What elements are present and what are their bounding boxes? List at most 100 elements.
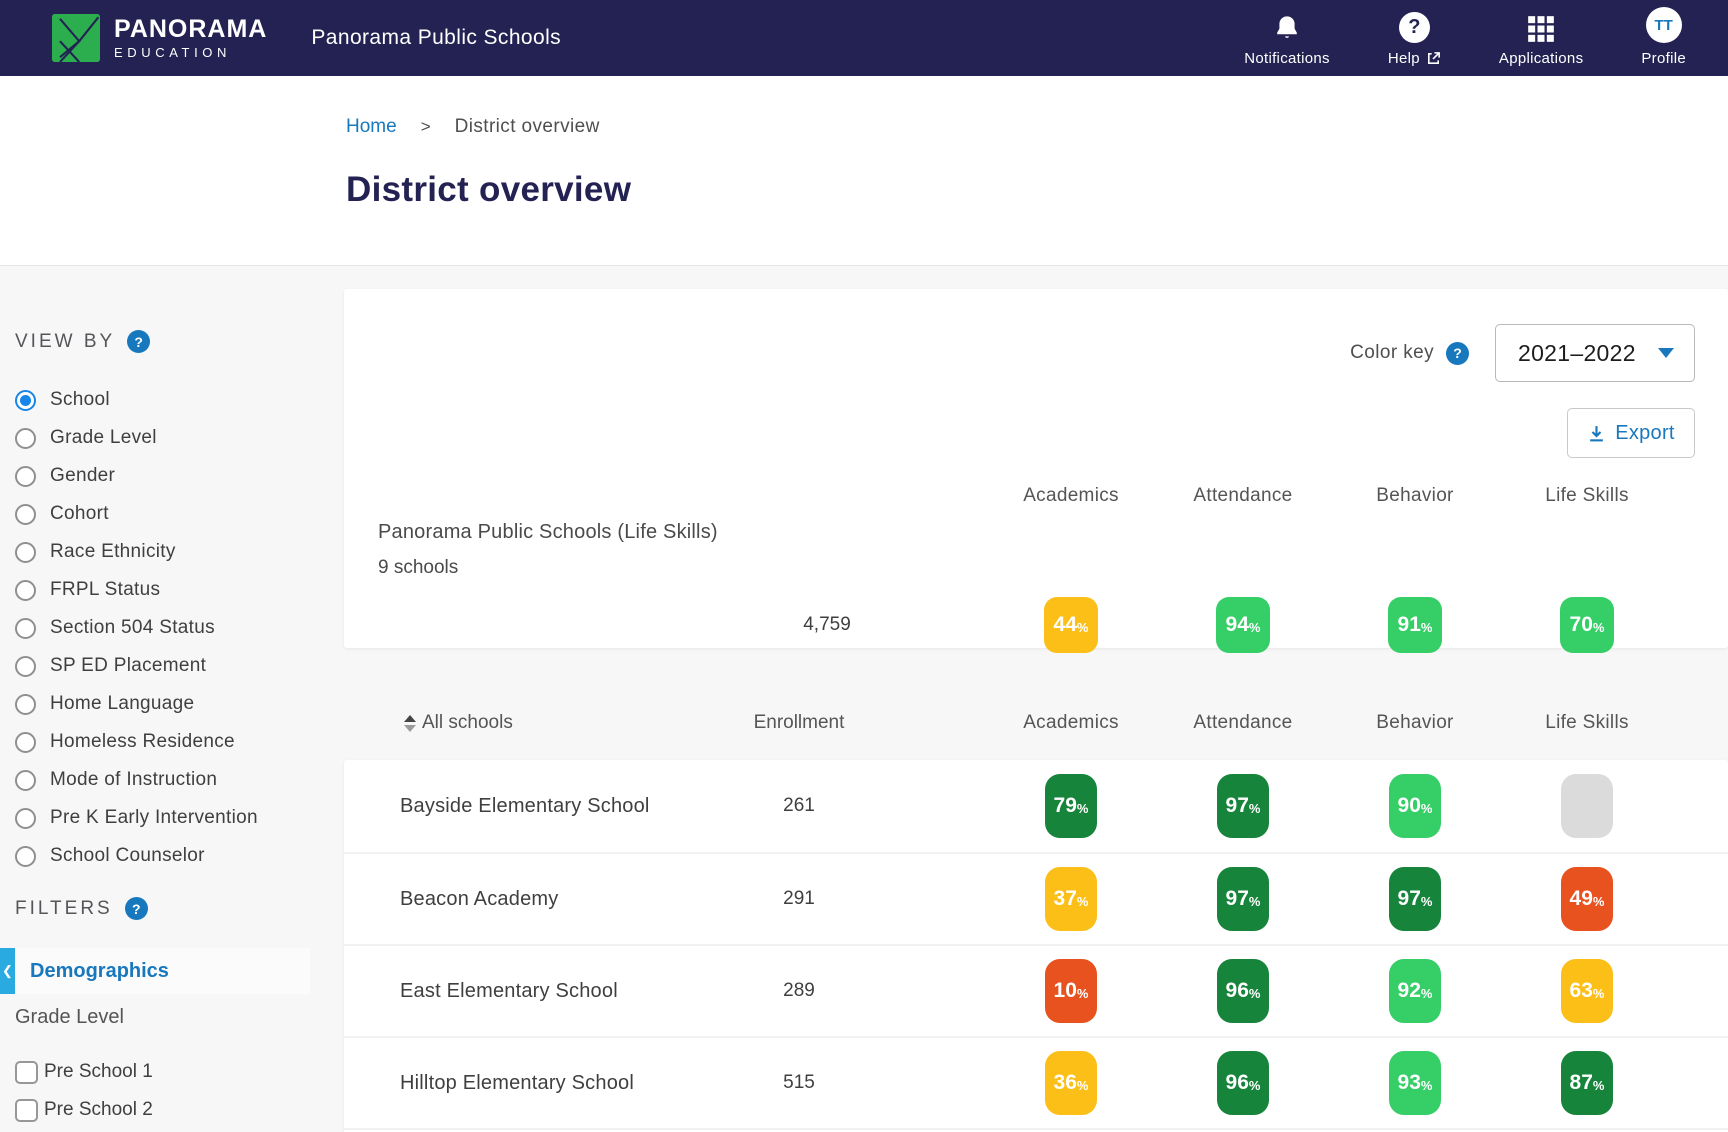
- score-percent-sign: %: [1421, 894, 1433, 909]
- view-by-option[interactable]: School Counselor: [15, 837, 344, 875]
- school-name: Hilltop Elementary School: [344, 1072, 684, 1095]
- panorama-logo-icon: [52, 14, 100, 62]
- table-metric-headers: AcademicsAttendanceBehaviorLife Skills: [985, 712, 1673, 734]
- export-button[interactable]: Export: [1567, 408, 1695, 458]
- school-name: Bayside Elementary School: [344, 795, 684, 818]
- school-year-select[interactable]: 2021–2022: [1495, 324, 1695, 382]
- view-by-option[interactable]: Mode of Instruction: [15, 761, 344, 799]
- radio-icon[interactable]: [15, 504, 36, 525]
- sort-all-schools-header[interactable]: All schools: [344, 712, 684, 734]
- filters-label: FILTERS: [15, 898, 113, 920]
- score-value: 93: [1398, 1071, 1421, 1095]
- filter-section-demographics[interactable]: ❮ Demographics: [0, 948, 310, 994]
- avatar-initials: TT: [1646, 7, 1682, 43]
- score-value: 70: [1570, 613, 1593, 637]
- view-by-option[interactable]: Race Ethnicity: [15, 533, 344, 571]
- radio-icon[interactable]: [15, 618, 36, 639]
- grid-icon: [1527, 9, 1555, 43]
- radio-icon[interactable]: [15, 390, 36, 411]
- breadcrumb-current: District overview: [455, 116, 600, 138]
- table-row: Bayside Elementary School 261 79% 97%: [344, 760, 1728, 852]
- notifications-button[interactable]: Notifications: [1244, 9, 1330, 67]
- radio-label: Mode of Instruction: [50, 769, 217, 791]
- help-button[interactable]: ? Help: [1388, 9, 1441, 67]
- metric-header-list: AcademicsAttendanceBehaviorLife Skills: [985, 485, 1673, 507]
- score-badge: 63%: [1561, 959, 1613, 1023]
- district-enrollment-value: 4,759: [803, 614, 851, 636]
- brand-logo[interactable]: PANORAMA EDUCATION: [52, 14, 267, 62]
- radio-label: Pre K Early Intervention: [50, 807, 258, 829]
- avatar: TT: [1646, 9, 1682, 43]
- grade-option[interactable]: Pre School 1: [15, 1053, 344, 1091]
- view-by-heading: VIEW BY ?: [15, 330, 344, 353]
- metric-column-header: Academics: [1023, 485, 1119, 507]
- filters-heading: FILTERS ?: [15, 897, 344, 920]
- radio-icon[interactable]: [15, 466, 36, 487]
- schools-table: Bayside Elementary School 261 79% 97%: [344, 760, 1728, 1132]
- score-percent-sign: %: [1249, 894, 1261, 909]
- score-percent-sign: %: [1077, 801, 1089, 816]
- checkbox-icon[interactable]: [15, 1099, 38, 1122]
- school-score-badges: 37% 97% 97% 49%: [985, 867, 1673, 931]
- radio-icon[interactable]: [15, 770, 36, 791]
- score-percent-sign: %: [1077, 894, 1089, 909]
- radio-icon[interactable]: [15, 580, 36, 601]
- radio-label: Race Ethnicity: [50, 541, 176, 563]
- radio-icon[interactable]: [15, 694, 36, 715]
- radio-icon[interactable]: [15, 732, 36, 753]
- school-name: Beacon Academy: [344, 888, 684, 911]
- school-enrollment: 291: [783, 888, 815, 910]
- view-by-option[interactable]: Cohort: [15, 495, 344, 533]
- metric-column-header: Attendance: [1193, 712, 1292, 734]
- view-by-option[interactable]: FRPL Status: [15, 571, 344, 609]
- view-by-option[interactable]: SP ED Placement: [15, 647, 344, 685]
- help-icon: ?: [1399, 9, 1430, 43]
- grade-option[interactable]: Pre School 2: [15, 1091, 344, 1129]
- score-percent-sign: %: [1249, 1078, 1261, 1093]
- score-value: 97: [1398, 887, 1421, 911]
- view-by-option[interactable]: Homeless Residence: [15, 723, 344, 761]
- score-badge: 97%: [1217, 867, 1269, 931]
- sidebar: VIEW BY ? School Grade Level Gender: [0, 266, 344, 1132]
- radio-icon[interactable]: [15, 808, 36, 829]
- score-percent-sign: %: [1421, 801, 1433, 816]
- applications-button[interactable]: Applications: [1499, 9, 1583, 67]
- radio-icon[interactable]: [15, 846, 36, 867]
- view-by-option[interactable]: Grade Level: [15, 419, 344, 457]
- filters-help-icon[interactable]: ?: [125, 897, 148, 920]
- color-key-row: Color key ? 2021–2022: [1350, 324, 1695, 382]
- metric-column-header: Life Skills: [1545, 485, 1629, 507]
- page-header: Home > District overview District overvi…: [0, 76, 1728, 266]
- score-badge: 90%: [1389, 774, 1441, 838]
- collapse-chevron-icon[interactable]: ❮: [0, 948, 15, 994]
- score-percent-sign: %: [1421, 986, 1433, 1001]
- score-value: 97: [1226, 794, 1249, 818]
- radio-icon[interactable]: [15, 542, 36, 563]
- metric-column-header: Academics: [1023, 712, 1119, 734]
- table-row-partial: [344, 1128, 1728, 1132]
- view-by-option[interactable]: School: [15, 381, 344, 419]
- school-name: East Elementary School: [344, 980, 684, 1003]
- district-summary-name-cell: Panorama Public Schools (Life Skills) 9 …: [344, 521, 914, 579]
- radio-icon[interactable]: [15, 656, 36, 677]
- checkbox-label: Pre School 2: [44, 1099, 153, 1121]
- radio-label: Grade Level: [50, 427, 157, 449]
- view-by-option[interactable]: Gender: [15, 457, 344, 495]
- score-value: 10: [1054, 979, 1077, 1003]
- district-schools-count: 9 schools: [378, 557, 914, 579]
- table-row: Hilltop Elementary School 515 36% 96%: [344, 1036, 1728, 1128]
- color-key-help-icon[interactable]: ?: [1446, 342, 1469, 365]
- view-by-help-icon[interactable]: ?: [127, 330, 150, 353]
- radio-icon[interactable]: [15, 428, 36, 449]
- radio-label: Cohort: [50, 503, 109, 525]
- checkbox-icon[interactable]: [15, 1061, 38, 1084]
- score-percent-sign: %: [1421, 1078, 1433, 1093]
- view-by-option[interactable]: Pre K Early Intervention: [15, 799, 344, 837]
- metric-column-header: Attendance: [1193, 485, 1292, 507]
- school-score-badges: 36% 96% 93% 87%: [985, 1051, 1673, 1115]
- score-percent-sign: %: [1593, 620, 1605, 635]
- breadcrumb-home-link[interactable]: Home: [346, 116, 397, 138]
- profile-button[interactable]: TT Profile: [1641, 9, 1686, 67]
- view-by-option[interactable]: Section 504 Status: [15, 609, 344, 647]
- view-by-option[interactable]: Home Language: [15, 685, 344, 723]
